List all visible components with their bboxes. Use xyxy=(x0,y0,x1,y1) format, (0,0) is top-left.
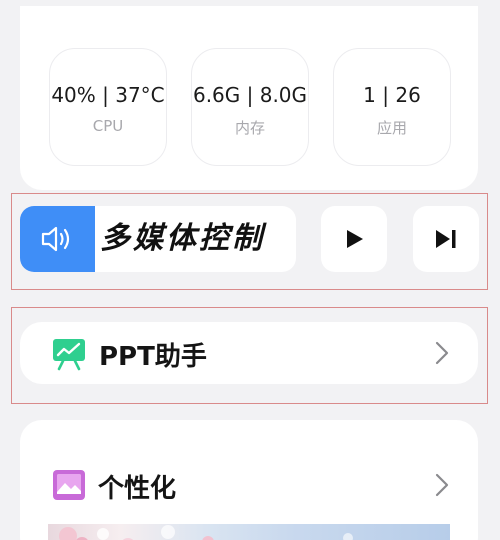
media-control-title: 多媒体控制 xyxy=(100,221,265,256)
skip-next-icon xyxy=(436,230,456,248)
wallpaper-preview[interactable] xyxy=(48,524,450,540)
cpu-stat-tile[interactable]: 40% | 37°C CPU xyxy=(49,48,167,166)
apps-stat-label: 应用 xyxy=(376,119,407,137)
play-button[interactable] xyxy=(321,206,387,272)
chevron-right-icon xyxy=(435,341,449,365)
system-stats-card: 40% | 37°C CPU 6.6G | 8.0G 内存 1 | 26 应用 xyxy=(20,6,478,190)
memory-stat-label: 内存 xyxy=(234,119,265,137)
next-track-button[interactable] xyxy=(413,206,479,272)
speaker-icon xyxy=(41,226,69,252)
memory-stat-value: 6.6G | 8.0G xyxy=(192,83,308,107)
presentation-icon xyxy=(53,339,85,371)
ppt-assistant-title: PPT助手 xyxy=(99,342,207,372)
cpu-stat-label: CPU xyxy=(92,117,124,135)
personalization-card[interactable]: 个性化 xyxy=(20,420,478,540)
chevron-right-icon xyxy=(435,473,449,497)
image-icon xyxy=(53,470,85,500)
media-control-button[interactable]: 多媒体控制 xyxy=(20,206,296,272)
speaker-icon-box xyxy=(20,206,95,272)
ppt-assistant-row[interactable]: PPT助手 xyxy=(20,322,478,384)
blossom-decoration xyxy=(59,525,353,540)
app-page: 40% | 37°C CPU 6.6G | 8.0G 内存 1 | 26 应用 … xyxy=(0,0,500,540)
apps-stat-value: 1 | 26 xyxy=(363,83,421,107)
apps-stat-tile[interactable]: 1 | 26 应用 xyxy=(333,48,451,166)
play-icon xyxy=(347,230,363,248)
memory-stat-tile[interactable]: 6.6G | 8.0G 内存 xyxy=(191,48,309,166)
personalization-title: 个性化 xyxy=(98,474,177,504)
cpu-stat-value: 40% | 37°C xyxy=(51,83,165,107)
